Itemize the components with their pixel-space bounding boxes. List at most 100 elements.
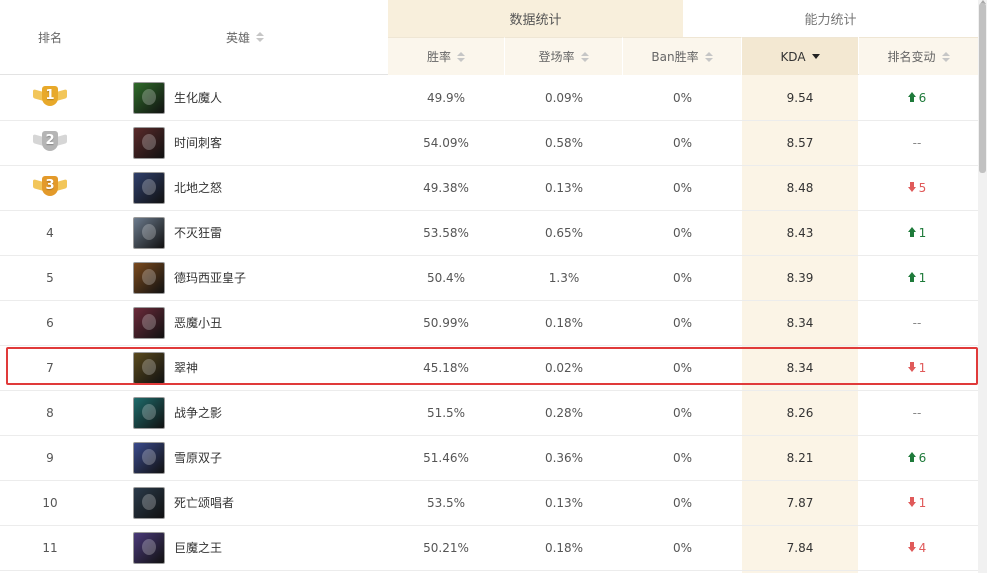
hero-name[interactable]: 战争之影 — [174, 404, 222, 421]
header-win-rate[interactable]: 胜率 — [388, 37, 505, 75]
table-row[interactable]: 10 死亡颂唱者 53.5% 0.13% 0% 7.87 1 — [0, 480, 978, 526]
table-row[interactable]: 2 时间刺客 54.09% 0.58% 0% 8.57 -- — [0, 120, 978, 166]
table-row[interactable]: 1 生化魔人 49.9% 0.09% 0% 9.54 6 — [0, 75, 978, 121]
hero-cell[interactable]: 时间刺客 — [133, 120, 383, 165]
hero-cell[interactable]: 翠神 — [133, 345, 383, 390]
hero-portrait[interactable] — [133, 216, 165, 249]
hero-portrait[interactable] — [133, 441, 165, 474]
hero-portrait[interactable] — [133, 306, 165, 339]
ban-rate-cell: 0% — [672, 315, 693, 330]
rank-change-cell: -- — [858, 300, 976, 345]
rank-change-cell: 5 — [858, 165, 976, 210]
tab-ability-stats-label: 能力统计 — [804, 13, 857, 28]
hero-portrait[interactable] — [133, 396, 165, 429]
header-hero[interactable]: 英雄 — [133, 0, 383, 74]
hero-cell[interactable]: 恶魔小丑 — [133, 300, 383, 345]
sort-icon[interactable] — [941, 51, 950, 62]
header-hero-label: 英雄 — [226, 30, 251, 45]
table-row[interactable]: 4 不灭狂雷 53.58% 0.65% 0% 8.43 1 — [0, 210, 978, 256]
sort-icon[interactable] — [580, 51, 589, 62]
hero-cell[interactable]: 战争之影 — [133, 390, 383, 435]
hero-portrait[interactable] — [133, 261, 165, 294]
hero-name[interactable]: 恶魔小丑 — [174, 314, 222, 331]
tab-data-stats[interactable]: 数据统计 — [388, 0, 683, 37]
hero-name[interactable]: 翠神 — [174, 359, 198, 376]
ban-rate-cell: 0% — [672, 180, 693, 195]
header-win-rate-label: 胜率 — [426, 50, 451, 64]
table-row[interactable]: 3 北地之怒 49.38% 0.13% 0% 8.48 5 — [0, 165, 978, 211]
rank-change-value: -- — [912, 405, 922, 420]
table-row[interactable]: 8 战争之影 51.5% 0.28% 0% 8.26 -- — [0, 390, 978, 436]
rank-change-down: 1 — [907, 496, 926, 510]
scrollbar-thumb[interactable] — [979, 3, 986, 173]
appearance-cell: 0.18% — [544, 315, 584, 330]
rank-change-cell: 4 — [858, 525, 976, 570]
hero-name[interactable]: 北地之怒 — [174, 179, 222, 196]
sort-desc-icon[interactable] — [811, 54, 820, 59]
arrow-up-icon — [907, 451, 916, 462]
kda-cell: 8.57 — [786, 135, 814, 150]
scrollbar[interactable] — [978, 0, 987, 573]
hero-cell[interactable]: 北地之怒 — [133, 165, 383, 210]
table-row[interactable]: 5 德玛西亚皇子 50.4% 1.3% 0% 8.39 1 — [0, 255, 978, 301]
table-row[interactable]: 9 雪原双子 51.46% 0.36% 0% 8.21 6 — [0, 435, 978, 481]
rank-number: 1 — [42, 85, 58, 106]
rank-cell: 6 — [0, 300, 100, 345]
hero-cell[interactable]: 雪原双子 — [133, 435, 383, 480]
ban-rate-cell: 0% — [672, 135, 693, 150]
ban-rate-cell: 0% — [672, 540, 693, 555]
rank-change-cell: 1 — [858, 345, 976, 390]
hero-name[interactable]: 时间刺客 — [174, 134, 222, 151]
rank-change-value: -- — [912, 135, 922, 150]
hero-portrait[interactable] — [133, 486, 165, 519]
header-appearance[interactable]: 登场率 — [505, 37, 623, 75]
sort-icon[interactable] — [256, 32, 265, 42]
rank-change-cell: 1 — [858, 210, 976, 255]
hero-portrait[interactable] — [133, 171, 165, 204]
table-row[interactable]: 7 翠神 45.18% 0.02% 0% 8.34 1 — [0, 345, 978, 391]
rank-change-up: 1 — [907, 270, 927, 285]
hero-name[interactable]: 巨魔之王 — [174, 539, 222, 556]
hero-cell[interactable]: 不灭狂雷 — [133, 210, 383, 255]
hero-portrait[interactable] — [133, 81, 165, 114]
kda-cell: 7.87 — [786, 495, 814, 510]
header-ban-rate-label: Ban胜率 — [651, 50, 699, 64]
hero-name[interactable]: 德玛西亚皇子 — [174, 269, 246, 286]
kda-cell: 8.34 — [786, 360, 814, 375]
win-rate-cell: 45.18% — [423, 360, 469, 375]
rank-change-down: 4 — [907, 541, 926, 555]
hero-portrait[interactable] — [133, 126, 165, 159]
rank-number: 4 — [46, 225, 54, 240]
hero-cell[interactable]: 巨魔之王 — [133, 525, 383, 570]
rank-change-cell: 1 — [858, 255, 976, 300]
hero-name[interactable]: 生化魔人 — [174, 89, 222, 106]
tab-ability-stats[interactable]: 能力统计 — [683, 0, 978, 37]
ban-rate-cell: 0% — [672, 405, 693, 420]
rank-change-value: 1 — [918, 270, 927, 285]
header-kda[interactable]: KDA — [742, 37, 858, 75]
hero-cell[interactable]: 德玛西亚皇子 — [133, 255, 383, 300]
rank-number: 5 — [46, 270, 54, 285]
header-rank-change-label: 排名变动 — [887, 50, 936, 64]
arrow-up-icon — [907, 226, 916, 237]
rank-change-cell: 6 — [858, 75, 976, 120]
table-row[interactable]: 11 巨魔之王 50.21% 0.18% 0% 7.84 4 — [0, 525, 978, 571]
hero-cell[interactable]: 生化魔人 — [133, 75, 383, 120]
sort-icon[interactable] — [457, 51, 465, 62]
rank-change-cell: 1 — [858, 480, 976, 525]
rank-number: 6 — [46, 315, 54, 330]
hero-name[interactable]: 雪原双子 — [174, 449, 222, 466]
rank-cell: 5 — [0, 255, 100, 300]
table-row[interactable]: 6 恶魔小丑 50.99% 0.18% 0% 8.34 -- — [0, 300, 978, 346]
hero-name[interactable]: 不灭狂雷 — [174, 224, 222, 241]
hero-ranking-table: 排名 英雄 数据统计 能力统计 胜率 登场率 Ban胜率 KDA 排名变动 1 … — [0, 0, 978, 573]
hero-cell[interactable]: 死亡颂唱者 — [133, 480, 383, 525]
win-rate-cell: 54.09% — [423, 135, 469, 150]
sort-icon[interactable] — [704, 51, 713, 62]
hero-portrait[interactable] — [133, 351, 165, 384]
hero-name[interactable]: 死亡颂唱者 — [174, 494, 234, 511]
header-rank-change[interactable]: 排名变动 — [859, 37, 978, 75]
header-kda-label: KDA — [780, 49, 806, 64]
hero-portrait[interactable] — [133, 531, 165, 564]
header-ban-rate[interactable]: Ban胜率 — [623, 37, 742, 75]
